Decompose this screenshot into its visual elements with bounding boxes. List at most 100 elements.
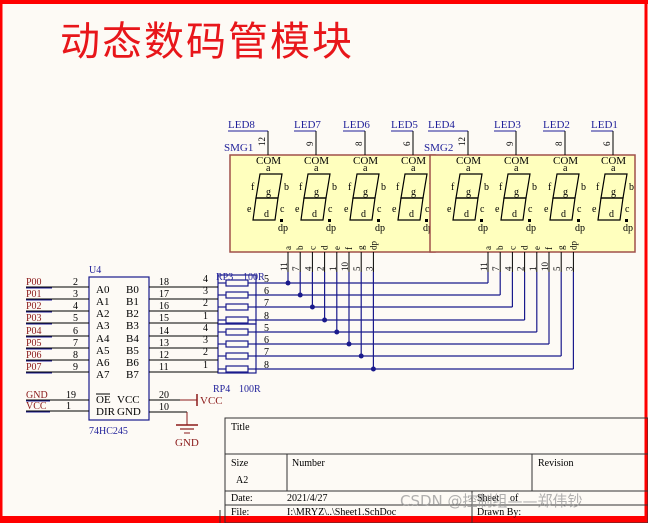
ic-ref-label: U4 — [89, 265, 101, 276]
seg-b-label: b — [629, 182, 634, 193]
segment-pin-number: 1 — [528, 267, 538, 272]
com-pin-number: 6 — [402, 141, 412, 146]
segment-pin-label: b — [295, 245, 305, 250]
seg-a-label: a — [314, 163, 319, 174]
rp-left-pin-number: 4 — [203, 323, 208, 334]
seg-d-label: d — [409, 209, 414, 220]
ic-pin-name: B7 — [126, 369, 139, 381]
number-label: Number — [292, 458, 325, 469]
rp-right-pin-number: 7 — [264, 298, 269, 309]
seg-e-label: e — [495, 204, 500, 215]
dp-dot — [480, 219, 483, 222]
ic-pin-number: 4 — [73, 301, 78, 312]
seg-g-label: g — [363, 187, 368, 198]
rp-right-pin-number: 6 — [264, 335, 269, 346]
display-body — [429, 154, 636, 253]
seg-d-label: d — [264, 209, 269, 220]
ic-pin-name: A4 — [96, 333, 110, 345]
segment-pin-label: c — [307, 246, 317, 250]
net-label-p03: P03 — [26, 313, 42, 324]
ic-pin-name: A5 — [96, 345, 110, 357]
seg-b-label: b — [484, 182, 489, 193]
date-label: Date: — [231, 493, 253, 504]
com-pin-number: 9 — [505, 141, 515, 146]
seg-c-label: c — [280, 204, 285, 215]
ic-pin-number: 3 — [73, 289, 78, 300]
rp-right-pin-number: 8 — [264, 360, 269, 371]
rp-value-label: 100R — [239, 384, 261, 395]
ic-pin-number: 5 — [73, 313, 78, 324]
ic-pin-number: 14 — [159, 326, 169, 337]
watermark: CSDN @控制组——郑伟钞 — [400, 492, 583, 510]
net-label-led3: LED3 — [494, 119, 521, 131]
segment-pin-number: 10 — [340, 262, 350, 272]
seg-dp-label: dp — [623, 223, 633, 234]
segment-pin-label: f — [544, 247, 554, 250]
ic-pin-name: VCC — [117, 394, 140, 406]
file-value: I:\MRYZ\..\Sheet1.SchDoc — [287, 507, 397, 518]
resistor-element — [225, 365, 249, 373]
ic-pin-number: 19 — [66, 390, 76, 401]
display-smg2: SMG2LED412COMaf bge cddpLED39COMaf bge cddpL… — [424, 119, 636, 272]
segment-pin-label: b — [495, 245, 505, 250]
ic-pin-number: 10 — [159, 402, 169, 413]
segment-pin-label: f — [344, 247, 354, 250]
segment-pin-number: 11 — [279, 262, 289, 271]
seg-c-label: c — [577, 204, 582, 215]
seg-dp-label: dp — [575, 223, 585, 234]
seg-a-label: a — [266, 163, 271, 174]
ic-pin-number: 20 — [159, 390, 169, 401]
resistor-element — [225, 316, 249, 324]
gnd-power-label: GND — [175, 437, 199, 449]
junction-dot — [370, 366, 376, 372]
resistor-pack-rp4: 4 5 3 6 2 7 1 8 RP4 100R — [203, 323, 269, 395]
segment-pin-number: 10 — [540, 262, 550, 272]
seg-g-label: g — [411, 187, 416, 198]
seg-b-label: b — [332, 182, 337, 193]
display-ref-label: SMG2 — [424, 142, 453, 154]
segment-pin-number: 5 — [552, 266, 562, 271]
seg-c-label: c — [328, 204, 333, 215]
ic-pin-number: 13 — [159, 338, 169, 349]
ic-pin-name: A7 — [96, 369, 110, 381]
resistor-element — [225, 291, 249, 299]
segment-pin-label: dp — [568, 241, 578, 251]
seg-dp-label: dp — [326, 223, 336, 234]
segment-pin-number: 5 — [352, 266, 362, 271]
ic-pin-number: 17 — [159, 289, 169, 300]
segment-pin-number: 7 — [291, 266, 301, 271]
size-label: Size — [231, 458, 249, 469]
net-label-p07: P07 — [26, 362, 42, 373]
segment-pin-label: c — [507, 246, 517, 250]
date-value: 2021/4/27 — [287, 493, 328, 504]
resistor-element — [225, 303, 249, 311]
ic-pin-number: 9 — [73, 362, 78, 373]
seg-g-label: g — [314, 187, 319, 198]
ic-pin-name: B2 — [126, 308, 139, 320]
net-label-gnd: GND — [26, 390, 48, 401]
segment-pin-number: 7 — [491, 266, 501, 271]
segment-pin-label: a — [483, 246, 493, 250]
seg-dp-label: dp — [375, 223, 385, 234]
seg-d-label: d — [561, 209, 566, 220]
rp-left-pin-number: 1 — [203, 311, 208, 322]
resistor-element — [225, 340, 249, 348]
seg-b-label: b — [532, 182, 537, 193]
seg-e-label: e — [344, 204, 349, 215]
seg-a-label: a — [563, 163, 568, 174]
seg-d-label: d — [464, 209, 469, 220]
net-label-led4: LED4 — [428, 119, 455, 131]
schematic-canvas: SMG1LED812COMaf bge cddpLED79COMaf bge cddpL… — [0, 0, 648, 523]
ic-pin-name: B6 — [126, 357, 139, 369]
segment-pin-number: 4 — [303, 266, 313, 271]
display-smg1: SMG1LED812COMaf bge cddpLED79COMaf bge cddpL… — [224, 119, 436, 272]
ic-pin-name: A2 — [96, 308, 109, 320]
seg-a-label: a — [514, 163, 519, 174]
rp-right-pin-number: 6 — [264, 286, 269, 297]
segment-pin-number: 2 — [516, 267, 526, 272]
seg-g-label: g — [266, 187, 271, 198]
resistor-pack-rp3: 4 5 3 6 2 7 1 8 RP3 100R — [203, 272, 269, 325]
net-label-p02: P02 — [26, 301, 42, 312]
seg-d-label: d — [312, 209, 317, 220]
ic-pin-name: A1 — [96, 296, 109, 308]
